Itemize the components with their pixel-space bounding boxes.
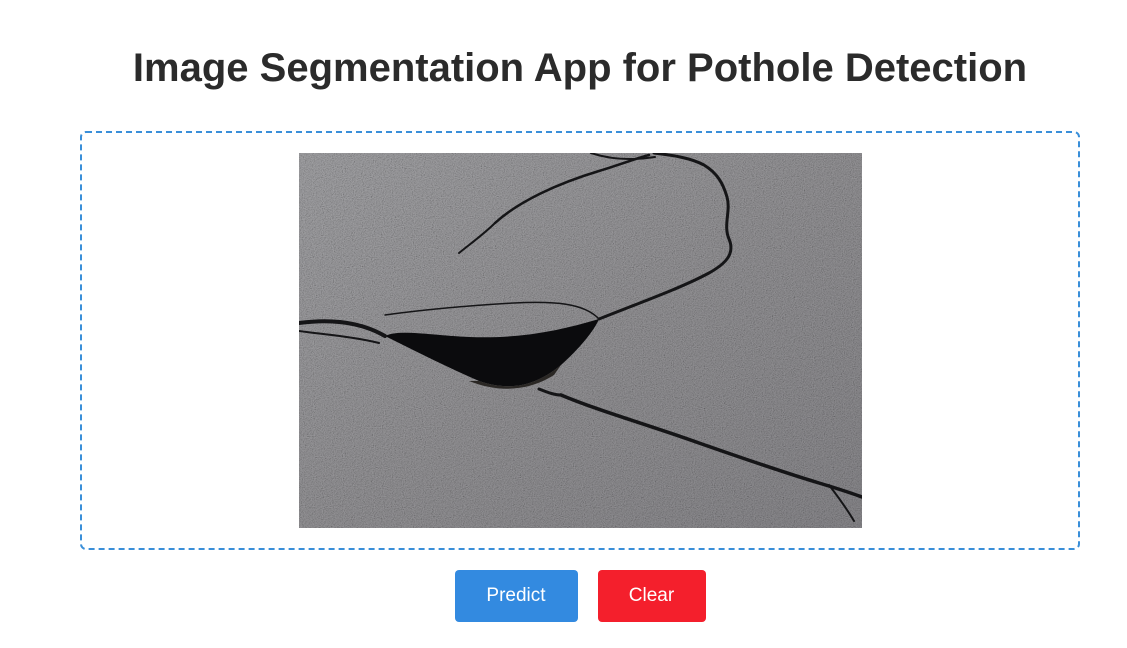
uploaded-image (299, 153, 862, 528)
clear-button[interactable]: Clear (597, 570, 706, 622)
image-upload-dropzone[interactable] (80, 131, 1080, 550)
page-title: Image Segmentation App for Pothole Detec… (132, 46, 1028, 90)
predict-button[interactable]: Predict (454, 570, 578, 622)
action-buttons: Predict Clear (0, 570, 1127, 622)
